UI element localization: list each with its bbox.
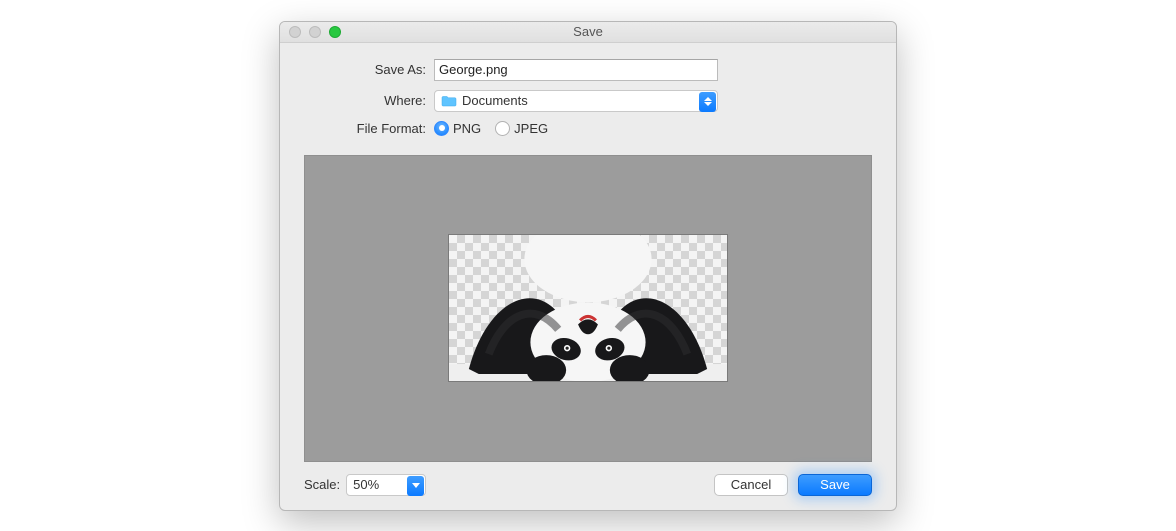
- radio-dot-icon: [495, 121, 510, 136]
- format-radio-jpeg-label: JPEG: [514, 121, 548, 136]
- format-radio-png-label: PNG: [453, 121, 481, 136]
- window-close-button[interactable]: [289, 26, 301, 38]
- radio-dot-icon: [434, 121, 449, 136]
- window-title: Save: [280, 24, 896, 39]
- form-area: Save As: Where: Documents File Format:: [280, 43, 896, 155]
- save-as-label: Save As:: [304, 62, 426, 77]
- save-button[interactable]: Save: [798, 474, 872, 496]
- scale-label: Scale:: [304, 477, 340, 492]
- where-select[interactable]: Documents: [434, 90, 718, 112]
- format-radio-png[interactable]: PNG: [434, 121, 481, 136]
- window-traffic-lights: [280, 26, 341, 38]
- where-row: Where: Documents: [304, 90, 872, 112]
- save-as-input[interactable]: [434, 59, 718, 81]
- window-zoom-button[interactable]: [329, 26, 341, 38]
- preview-thumbnail: [448, 234, 728, 382]
- save-as-row: Save As:: [304, 59, 872, 81]
- preview-image: [449, 235, 727, 382]
- cancel-button[interactable]: Cancel: [714, 474, 788, 496]
- titlebar: Save: [280, 22, 896, 43]
- where-label: Where:: [304, 93, 426, 108]
- window-minimize-button[interactable]: [309, 26, 321, 38]
- file-format-row: File Format: PNG JPEG: [304, 121, 872, 136]
- scale-value: 50%: [353, 477, 379, 492]
- footer: Scale: 50% Cancel Save: [280, 462, 896, 510]
- folder-icon: [441, 95, 457, 107]
- preview-area: [304, 155, 872, 462]
- file-format-radios: PNG JPEG: [434, 121, 548, 136]
- save-dialog: Save Save As: Where: Documents File: [279, 21, 897, 511]
- format-radio-jpeg[interactable]: JPEG: [495, 121, 548, 136]
- where-value: Documents: [462, 93, 528, 108]
- chevron-down-icon: [407, 476, 424, 496]
- file-format-label: File Format:: [304, 121, 426, 136]
- select-stepper-icon: [699, 92, 716, 112]
- scale-select[interactable]: 50%: [346, 474, 426, 496]
